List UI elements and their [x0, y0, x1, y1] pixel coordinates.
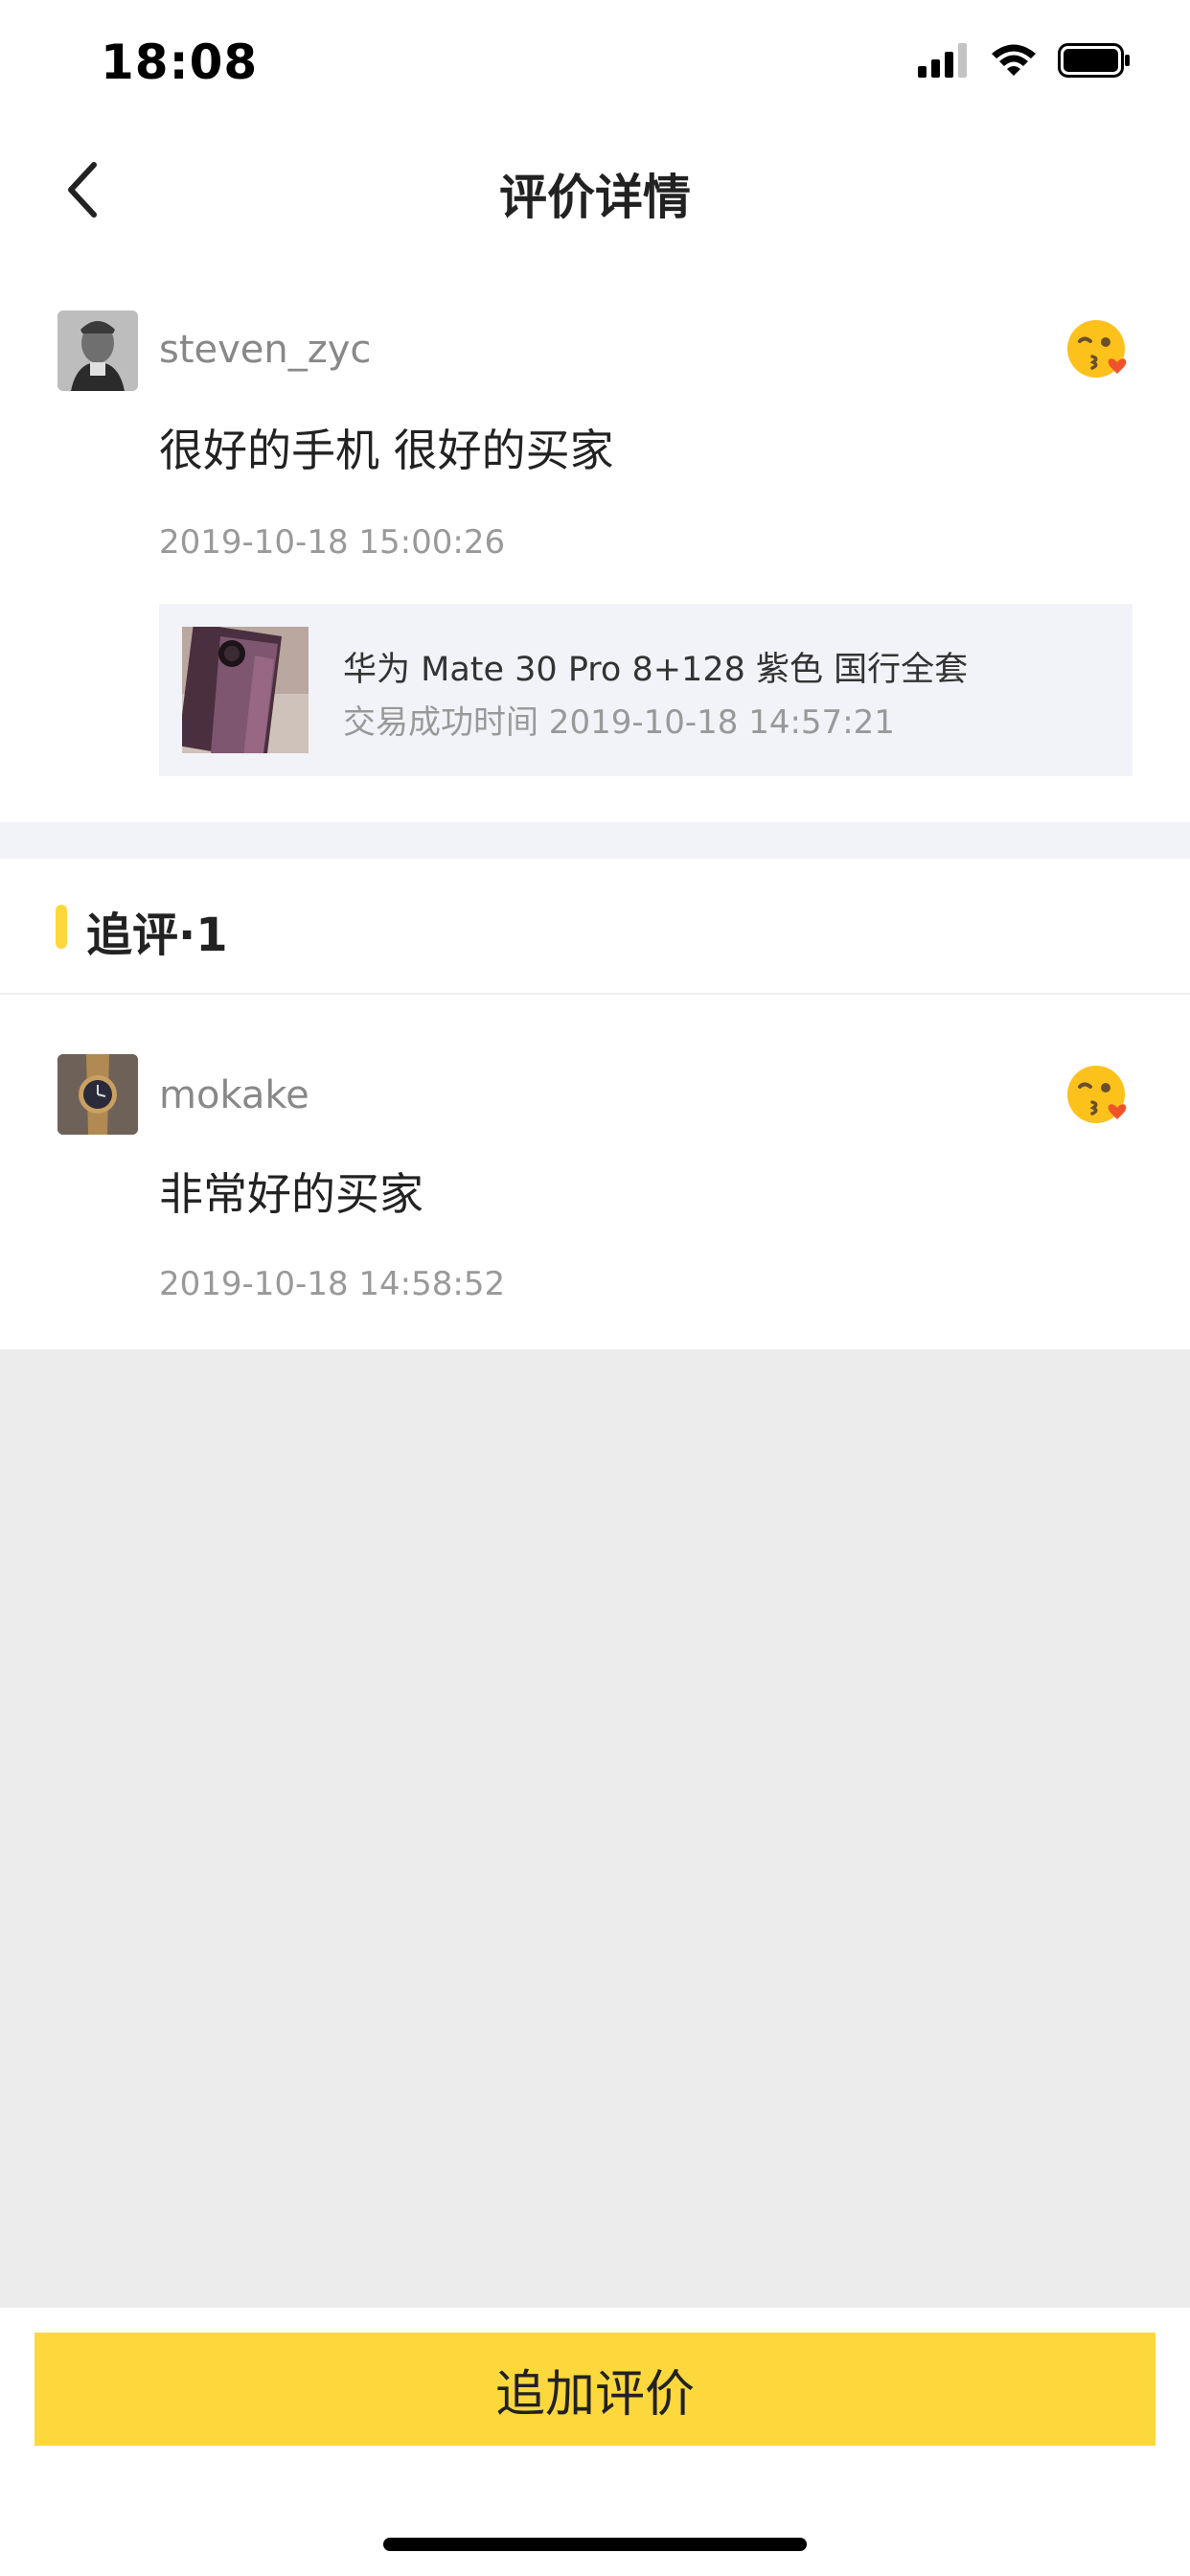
review-text: 非常好的买家: [159, 1168, 423, 1220]
followup-section-title: 追评·1: [86, 908, 228, 962]
kissing-heart-emoji-icon: [1067, 1066, 1127, 1123]
battery-icon: [1058, 43, 1130, 78]
product-card[interactable]: 华为 Mate 30 Pro 8+128 紫色 国行全套 交易成功时间 2019…: [159, 604, 1133, 776]
followup-section-header: 追评·1: [0, 859, 1190, 995]
product-thumbnail: [182, 627, 309, 753]
status-icons: [918, 43, 1131, 78]
username[interactable]: mokake: [159, 1073, 309, 1117]
review-time: 2019-10-18 15:00:26: [159, 523, 506, 562]
review-time: 2019-10-18 14:58:52: [159, 1265, 506, 1303]
home-indicator: [383, 2538, 807, 2551]
review-text: 很好的手机 很好的买家: [159, 425, 614, 476]
cellular-signal-icon: [918, 43, 967, 78]
kissing-heart-emoji-icon: [1067, 320, 1127, 378]
bottom-bar: 追加评价: [0, 2308, 1190, 2576]
username[interactable]: steven_zyc: [159, 328, 371, 372]
status-bar: 18:08: [0, 0, 1190, 126]
main-review: steven_zyc 很好的手机 很好的买家 2019-10-18 15:00:…: [0, 253, 1190, 822]
status-time: 18:08: [101, 34, 259, 90]
wifi-icon: [992, 44, 1036, 76]
section-accent-bar: [56, 905, 67, 949]
page-title: 评价详情: [499, 170, 691, 225]
product-deal-time: 交易成功时间 2019-10-18 14:57:21: [343, 703, 895, 742]
nav-bar: 评价详情: [0, 126, 1190, 253]
add-review-button[interactable]: 追加评价: [34, 2333, 1156, 2446]
empty-area: [0, 1349, 1190, 2308]
avatar[interactable]: [57, 310, 138, 391]
product-name: 华为 Mate 30 Pro 8+128 紫色 国行全套: [343, 651, 969, 689]
avatar[interactable]: [57, 1054, 138, 1135]
followup-review: mokake 非常好的买家 2019-10-18 14:58:52: [0, 995, 1190, 1349]
section-divider: [0, 822, 1190, 859]
